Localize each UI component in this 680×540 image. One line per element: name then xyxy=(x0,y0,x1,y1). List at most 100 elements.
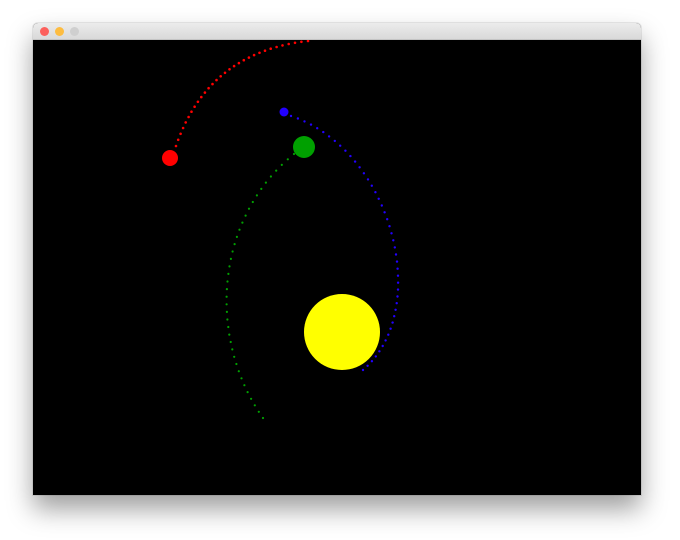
trail-dot-green xyxy=(238,228,241,231)
trail-dot-green xyxy=(275,169,278,172)
trail-dot-blue xyxy=(391,321,394,324)
trail-dot-blue xyxy=(384,339,387,342)
trail-dot-blue xyxy=(339,144,342,147)
trail-dot-red xyxy=(287,42,290,46)
trail-dot-green xyxy=(233,243,236,246)
trail-dot-red xyxy=(200,95,203,99)
trail-dot-green xyxy=(280,163,283,166)
trail-dot-blue xyxy=(392,239,395,242)
trail-dot-blue xyxy=(396,274,400,277)
trail-dot-red xyxy=(232,64,236,68)
trail-dot-blue xyxy=(289,114,293,118)
trail-dot-blue xyxy=(380,204,383,207)
trail-dot-green xyxy=(231,250,234,253)
trail-dot-blue xyxy=(396,281,400,284)
trail-dot-blue xyxy=(396,288,400,291)
trail-dot-green xyxy=(286,158,289,161)
trail-dot-green xyxy=(237,370,240,373)
trail-dot-green xyxy=(240,377,243,380)
trail-dot-green xyxy=(229,340,232,344)
minimize-button[interactable] xyxy=(55,27,64,36)
trail-dot-green xyxy=(235,235,238,238)
trail-dot-green xyxy=(292,152,296,156)
trail-dot-red xyxy=(187,115,190,119)
trail-dot-green xyxy=(235,362,238,366)
trail-dot-red xyxy=(306,40,310,43)
trail-dot-blue xyxy=(386,218,389,221)
trail-dot-red xyxy=(247,56,251,59)
trail-dot-blue xyxy=(388,225,391,228)
planet-green xyxy=(293,136,315,158)
trail-dot-blue xyxy=(344,149,347,152)
trail-dot-blue xyxy=(377,197,380,200)
trail-dot-blue xyxy=(362,172,366,175)
trail-dot-red xyxy=(193,105,196,108)
trail-dot-red xyxy=(179,132,182,136)
trail-dot-green xyxy=(243,384,246,387)
trail-dot-red xyxy=(242,58,246,62)
trail-dot-green xyxy=(225,303,228,306)
trail-dot-blue xyxy=(374,191,377,194)
trail-dot-blue xyxy=(358,166,361,169)
trail-dot-blue xyxy=(395,260,399,263)
simulation-canvas[interactable] xyxy=(33,40,641,495)
trail-dot-green xyxy=(231,348,234,351)
trail-dot-blue xyxy=(395,302,398,305)
trail-dot-red xyxy=(237,61,241,65)
trail-dot-green xyxy=(227,325,230,329)
trail-dot-red xyxy=(211,82,214,86)
planet-blue xyxy=(279,107,289,117)
close-button[interactable] xyxy=(40,27,49,36)
trail-dot-blue xyxy=(393,315,396,318)
trail-dot-green xyxy=(228,265,231,268)
zoom-button[interactable] xyxy=(70,27,79,36)
trail-dot-blue xyxy=(303,120,306,123)
trail-dot-red xyxy=(215,78,218,82)
trail-dot-red xyxy=(228,68,231,71)
trail-dot-green xyxy=(261,416,265,420)
trail-dot-red xyxy=(174,144,178,148)
trail-dot-red xyxy=(281,44,284,47)
trail-dot-green xyxy=(229,257,232,260)
trail-dot-blue xyxy=(366,364,369,367)
trail-dot-blue xyxy=(353,160,357,163)
trail-dot-blue xyxy=(396,267,399,270)
trail-dot-red xyxy=(190,110,193,113)
trail-dot-red xyxy=(263,49,267,52)
trail-dot-blue xyxy=(316,127,319,130)
trail-dot-green xyxy=(241,221,244,224)
trail-dot-green xyxy=(251,200,254,204)
trail-dot-blue xyxy=(374,355,377,358)
trail-dot-blue xyxy=(370,360,374,363)
trail-dot-blue xyxy=(387,333,390,336)
trail-dot-red xyxy=(181,126,185,130)
trail-dot-green xyxy=(253,404,256,407)
trail-dot-blue xyxy=(366,178,370,181)
trail-dot-red xyxy=(275,45,278,49)
trail-dot-red xyxy=(196,100,200,104)
planet-red xyxy=(162,150,178,166)
trail-dot-red xyxy=(207,86,210,90)
trail-dot-blue xyxy=(389,327,392,330)
trail-dot-green xyxy=(226,318,229,321)
trail-dot-blue xyxy=(390,232,393,235)
trail-dot-green xyxy=(257,410,260,413)
sun xyxy=(304,294,380,370)
title-bar[interactable] xyxy=(33,23,641,40)
trail-dot-blue xyxy=(327,135,331,138)
trail-dot-blue xyxy=(349,154,352,158)
trail-dot-green xyxy=(250,397,253,400)
trail-dot-red xyxy=(300,40,303,44)
trail-dot-blue xyxy=(370,184,373,187)
trail-dot-blue xyxy=(394,253,398,256)
trail-dot-blue xyxy=(396,295,399,298)
trail-dot-red xyxy=(203,91,207,94)
trail-dot-green xyxy=(227,272,230,275)
trail-dot-red xyxy=(184,121,187,124)
trail-dot-red xyxy=(219,75,222,78)
trail-dot-green xyxy=(260,187,263,190)
trail-dot-red xyxy=(293,41,297,45)
trail-dot-blue xyxy=(383,211,386,214)
trail-dot-green xyxy=(225,295,228,298)
trail-dot-green xyxy=(247,207,251,210)
